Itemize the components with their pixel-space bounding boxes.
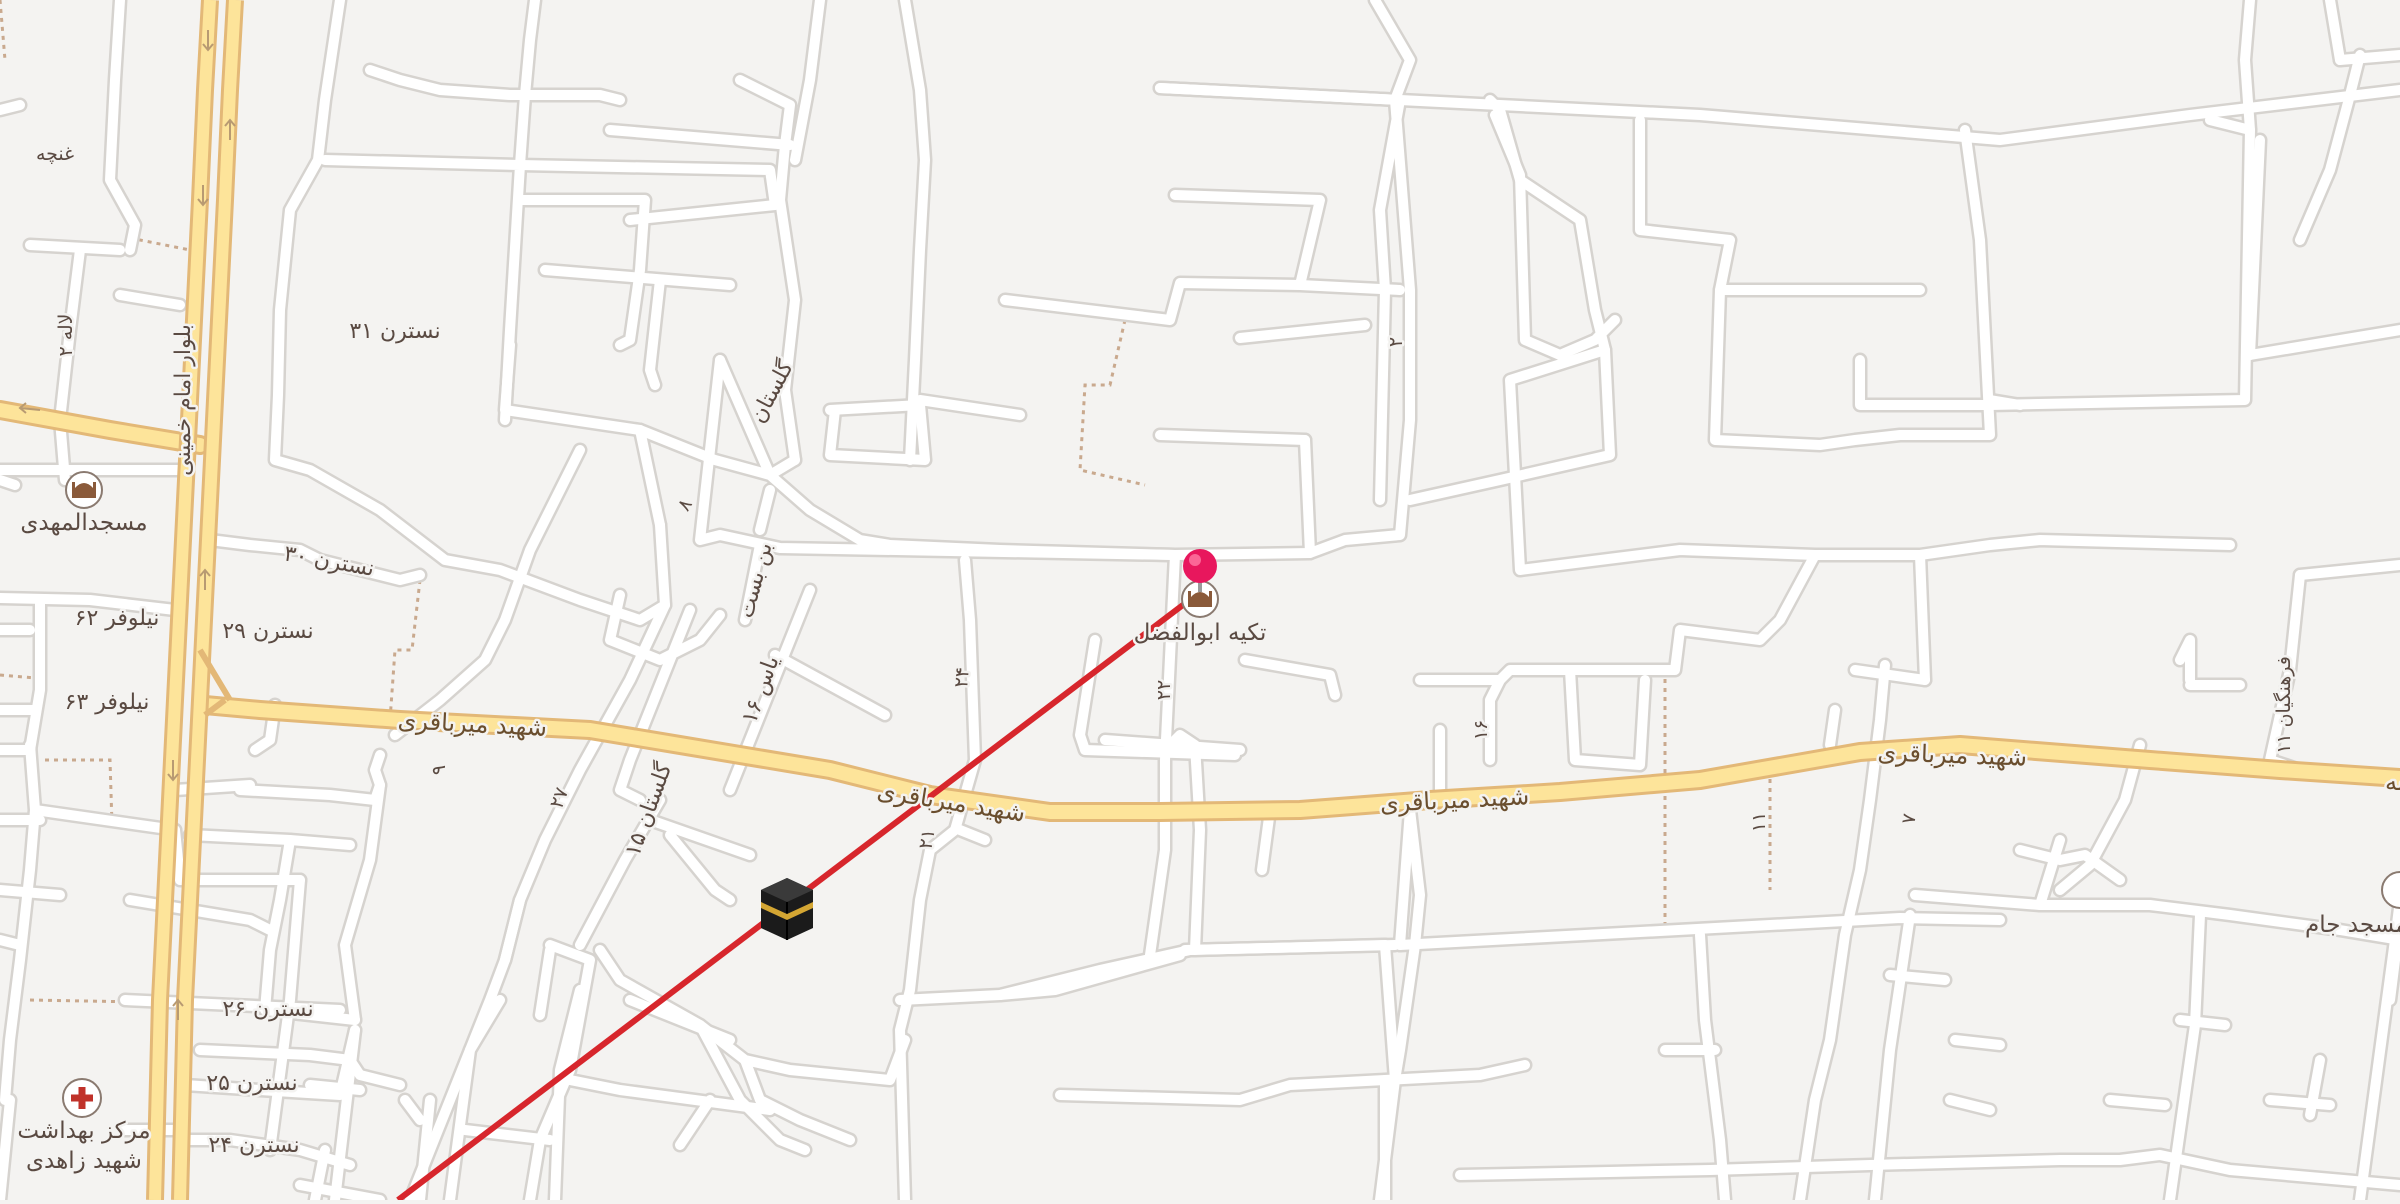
street-label: لاله ۲: [55, 313, 77, 356]
street-label: غنچه: [36, 143, 74, 165]
map-view[interactable]: شهید میرباقری شهید میرباقری شهید میرباقر…: [0, 0, 2400, 1204]
street-label: ۱۶: [1470, 720, 1492, 740]
street-label: نسترن ۳۱: [349, 319, 440, 344]
street-label: ۲۱: [914, 827, 939, 851]
street-label: ۹: [428, 765, 450, 775]
street-label: شه: [2385, 768, 2400, 796]
poi-label-health-center: مرکز بهداشت: [17, 1118, 150, 1144]
street-label: نسترن ۲۶: [222, 997, 313, 1022]
red-cross-icon[interactable]: [62, 1078, 102, 1118]
street-label: فرهنگیان ۱۱: [2272, 656, 2295, 754]
map-canvas[interactable]: شهید میرباقری شهید میرباقری شهید میرباقر…: [0, 0, 2400, 1204]
poi-label-mosque-mahdi: مسجدالمهدی: [20, 510, 147, 536]
poi-label-health-center-name: شهید زاهدی: [26, 1148, 142, 1174]
street-label: ۲۴: [950, 666, 974, 688]
street-label: ۲۲: [1153, 680, 1175, 700]
street-label: نیلوفر ۶۳: [65, 690, 150, 715]
street-label: شهید میرباقری: [1877, 738, 2027, 771]
street-label: بلوار امام خمینی: [171, 324, 196, 476]
poi-label-jame-mosque: مسجد جام: [2305, 912, 2400, 938]
kaaba-icon[interactable]: [761, 878, 813, 940]
street-label: نیلوفر ۶۲: [75, 606, 160, 631]
street-label: نسترن ۲۴: [208, 1133, 299, 1158]
street-label: نسترن ۲۵: [206, 1071, 297, 1096]
street-label: ۱۱: [1748, 812, 1770, 832]
poi-label-takye: تکیه ابوالفضل: [1134, 620, 1267, 646]
street-label: نسترن ۲۹: [222, 619, 313, 644]
street-label: ۲: [1385, 337, 1407, 347]
mosque-icon[interactable]: [65, 471, 103, 509]
